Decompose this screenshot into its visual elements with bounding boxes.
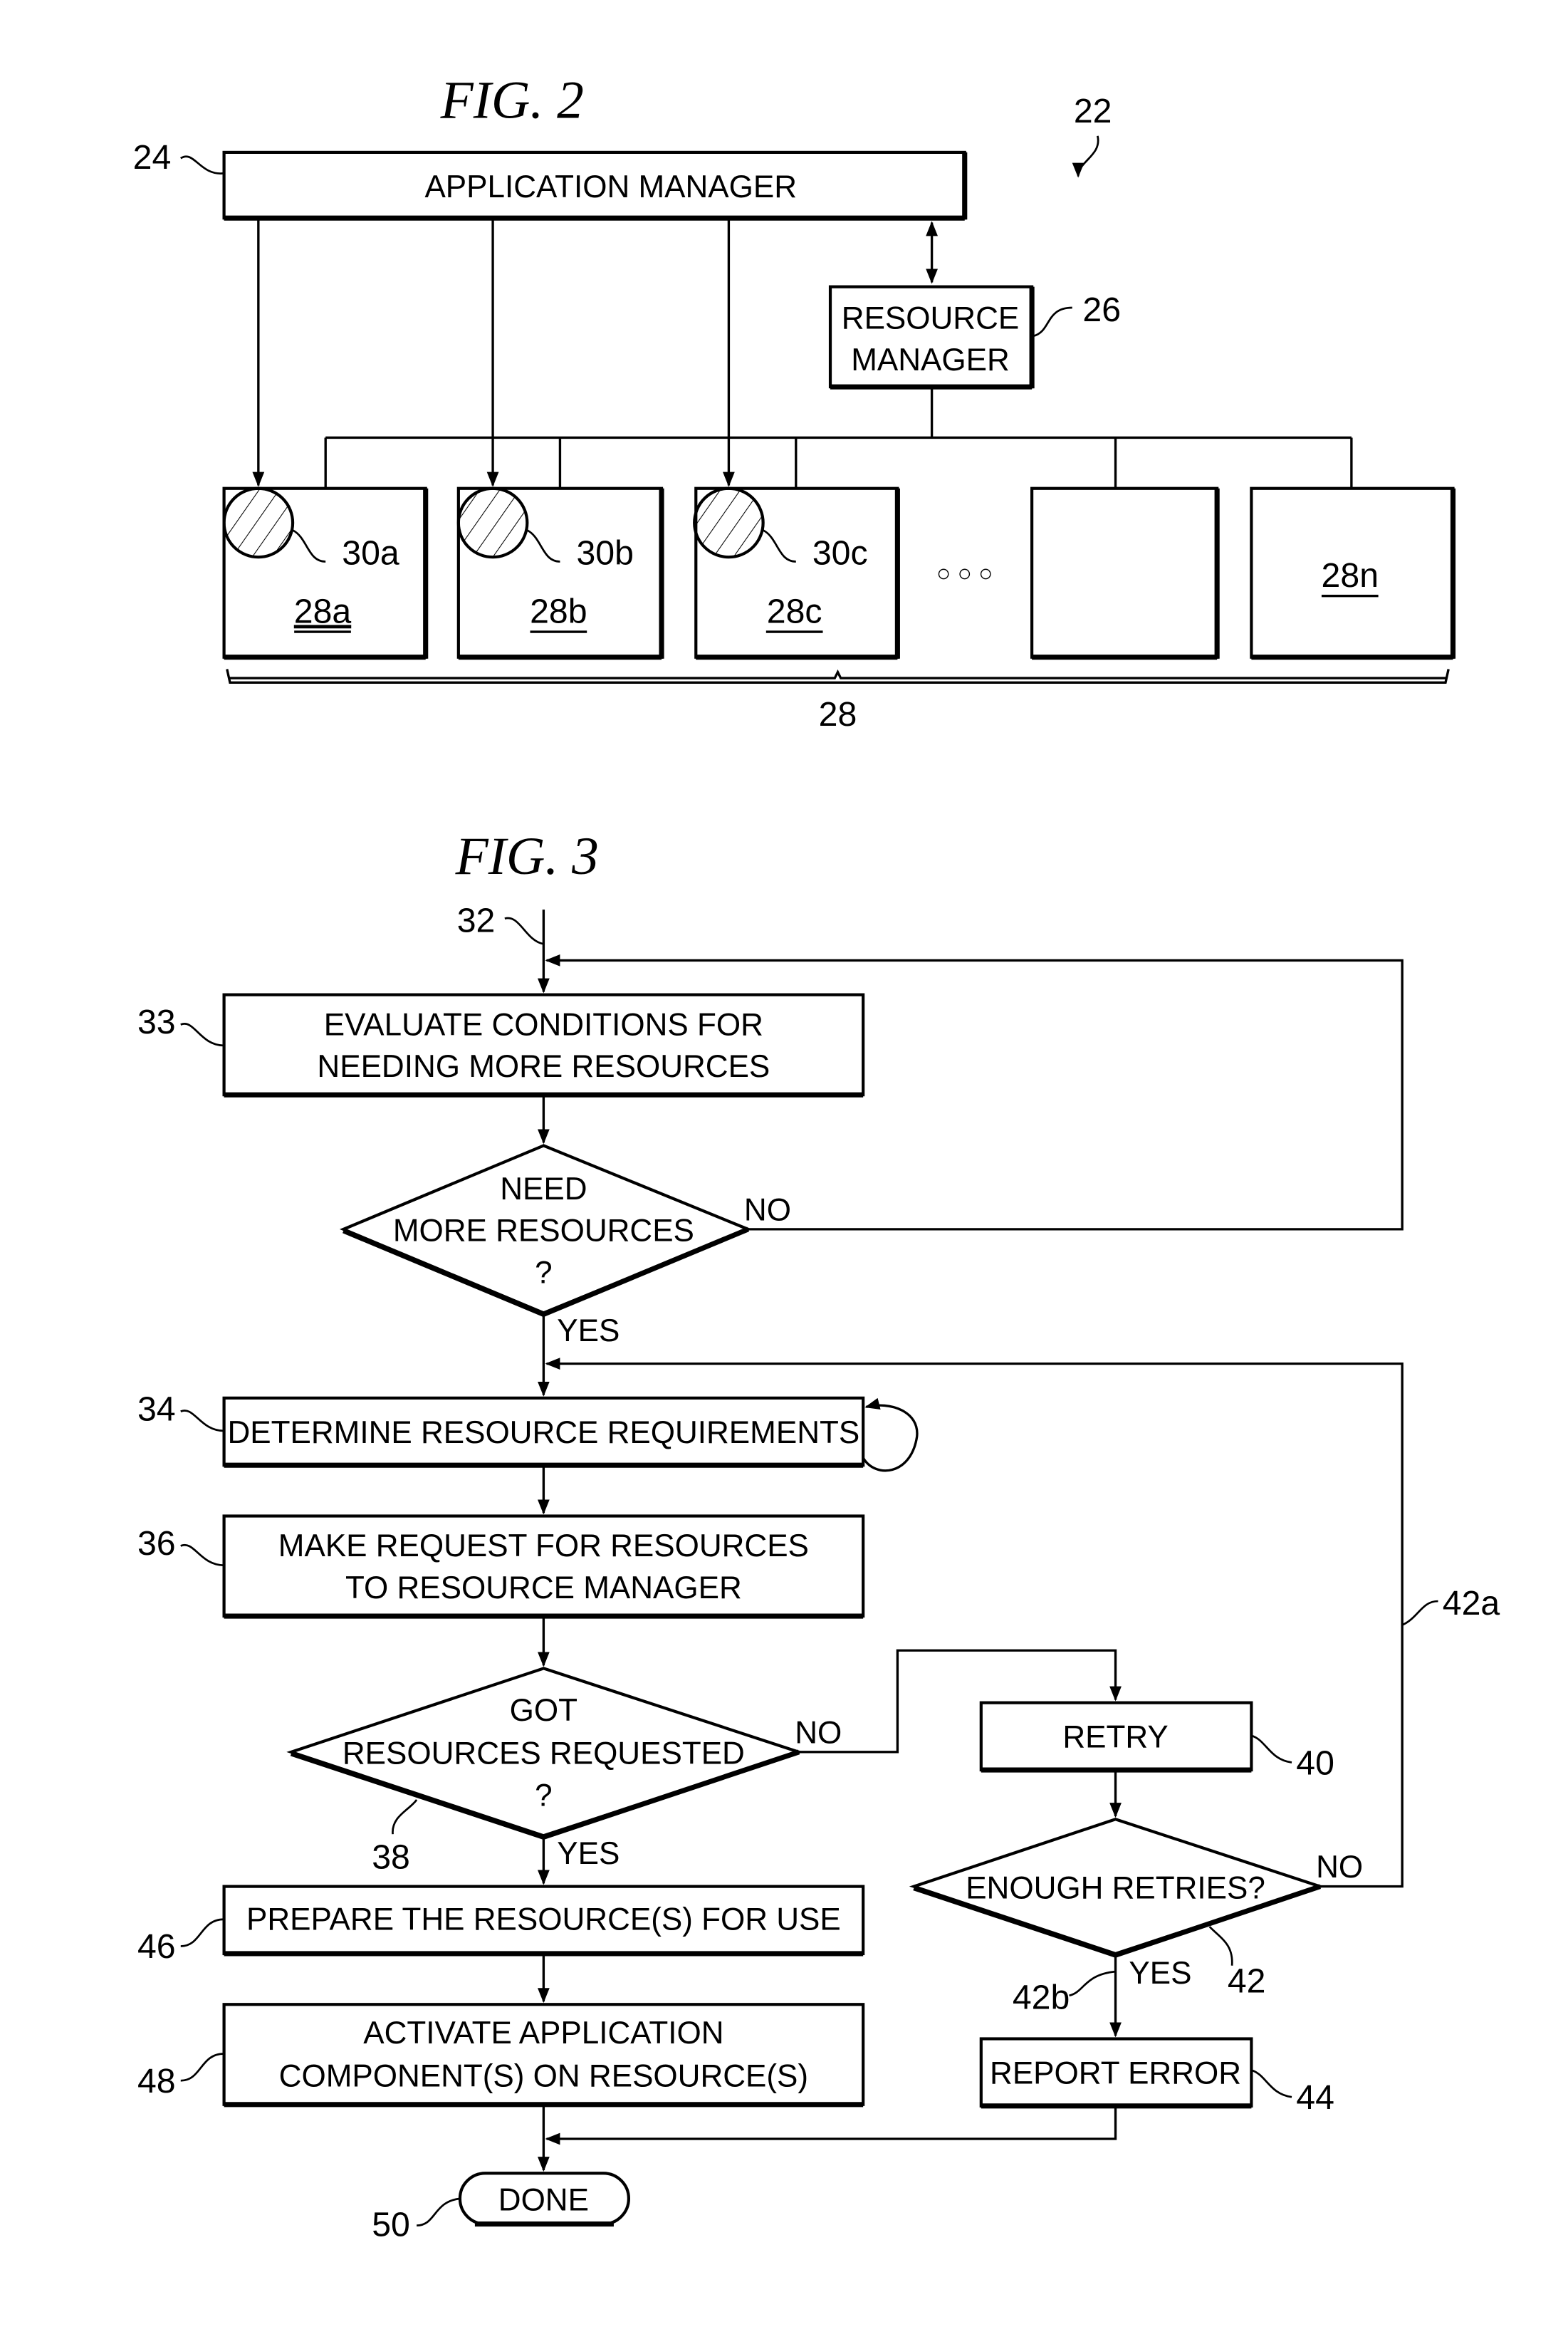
done-terminal: DONE	[458, 2172, 631, 2227]
evaluate-conditions-box: EVALUATE CONDITIONS FOR NEEDING MORE RES…	[222, 993, 865, 1098]
system-ref-arrow	[1072, 135, 1099, 178]
component-30c-icon	[693, 486, 765, 559]
evaluate-ref: 33	[137, 1003, 176, 1041]
got-resources-leader	[392, 1799, 418, 1835]
determine-ref: 34	[137, 1390, 176, 1428]
done-leader	[417, 2197, 461, 2226]
determine-self-loop	[862, 1397, 919, 1472]
enough-retries-no-path-ref: 42a	[1443, 1584, 1500, 1622]
application-manager-label: APPLICATION MANAGER	[424, 170, 797, 204]
component-30a-icon	[222, 486, 295, 559]
resources-group-ref: 28	[819, 695, 857, 734]
resource-bus	[324, 388, 1353, 489]
start-ref: 32	[457, 902, 496, 940]
system-ref-label: 22	[1074, 92, 1112, 130]
prepare-leader	[180, 1918, 224, 1947]
prepare-resources-box: PREPARE THE RESOURCE(S) FOR USE	[222, 1885, 865, 1957]
resource-manager-box: RESOURCE MANAGER	[828, 285, 1035, 390]
retry-box: RETRY	[979, 1701, 1253, 1773]
need-more-no-label: NO	[744, 1192, 791, 1227]
make-request-box: MAKE REQUEST FOR RESOURCES TO RESOURCE M…	[222, 1514, 865, 1619]
enough-retries-label: ENOUGH RETRIES?	[966, 1870, 1265, 1905]
enough-retries-yes-label: YES	[1129, 1956, 1191, 1991]
make-request-line1: MAKE REQUEST FOR RESOURCES	[278, 1528, 809, 1563]
got-resources-line1: GOT	[510, 1693, 577, 1728]
no-path-leader	[1401, 1600, 1438, 1626]
report-error-ref: 44	[1296, 2078, 1334, 2117]
enough-retries-decision: ENOUGH RETRIES?	[909, 1818, 1325, 1958]
resource-28b: 30b 28b	[456, 486, 664, 660]
application-manager-ref: 24	[133, 138, 172, 177]
report-error-label: REPORT ERROR	[990, 2056, 1241, 2090]
got-resources-yes-label: YES	[557, 1836, 620, 1871]
retry-label: RETRY	[1062, 1720, 1168, 1755]
determine-requirements-box: DETERMINE RESOURCE REQUIREMENTS	[222, 1396, 865, 1468]
enough-retries-leader	[1208, 1926, 1233, 1966]
got-resources-no-label: NO	[795, 1715, 842, 1750]
resource-unlabeled	[1030, 486, 1220, 660]
activate-components-box: ACTIVATE APPLICATION COMPONENT(S) ON RES…	[222, 2003, 865, 2108]
resource-28a-label: 28a	[294, 592, 352, 630]
prepare-label: PREPARE THE RESOURCE(S) FOR USE	[246, 1902, 841, 1937]
need-more-line2: MORE RESOURCES	[393, 1214, 694, 1249]
retry-leader	[1250, 1734, 1292, 1764]
need-more-yes-label: YES	[557, 1313, 620, 1348]
resource-manager-leader	[1033, 306, 1072, 338]
make-request-leader	[180, 1543, 224, 1567]
activate-ref: 48	[137, 2062, 176, 2100]
resource-28a: 30a 28a	[222, 486, 429, 660]
figure-2: FIG. 2 22 APPLICATION MANAGER 24 RESOURC…	[133, 71, 1456, 734]
resource-28c: 30c 28c	[693, 486, 900, 660]
activate-line1: ACTIVATE APPLICATION	[363, 2016, 723, 2051]
report-error-to-done-arrow	[545, 2107, 1117, 2145]
start-leader	[504, 917, 544, 945]
component-30b-icon	[456, 486, 529, 559]
component-30b-ref: 30b	[577, 534, 634, 573]
got-resources-decision: GOT RESOURCES REQUESTED ?	[286, 1667, 804, 1840]
need-more-resources-decision: NEED MORE RESOURCES ?	[339, 1144, 753, 1318]
evaluate-line1: EVALUATE CONDITIONS FOR	[324, 1007, 763, 1042]
enough-retries-no-label: NO	[1316, 1850, 1363, 1885]
application-manager-leader	[180, 155, 224, 174]
got-resources-line2: RESOURCES REQUESTED	[343, 1736, 745, 1771]
resource-28c-label: 28c	[767, 592, 822, 630]
fig3-title: FIG. 3	[455, 827, 599, 886]
activate-line2: COMPONENT(S) ON RESOURCE(S)	[279, 2059, 808, 2094]
enough-retries-ref: 42	[1228, 1962, 1266, 2000]
make-request-line2: TO RESOURCE MANAGER	[345, 1570, 742, 1605]
got-resources-ref: 38	[372, 1838, 410, 1876]
need-more-line1: NEED	[500, 1172, 587, 1207]
yes-path-leader	[1069, 1970, 1116, 1997]
figure-3: FIG. 3 32 EVALUATE CONDITIONS FOR NEEDIN…	[137, 827, 1500, 2244]
enough-retries-yes-path-ref: 42b	[1013, 1979, 1070, 2017]
prepare-ref: 46	[137, 1927, 176, 1966]
resource-28b-label: 28b	[530, 592, 587, 630]
resources-group-brace	[226, 669, 1450, 684]
done-label: DONE	[498, 2183, 589, 2218]
make-request-ref: 36	[137, 1524, 176, 1563]
need-more-line3: ?	[535, 1255, 552, 1290]
determine-leader	[180, 1410, 224, 1432]
done-ref: 50	[372, 2205, 410, 2244]
resources-ellipsis: ○ ○ ○	[936, 561, 993, 587]
component-30c-ref: 30c	[812, 534, 868, 573]
report-error-box: REPORT ERROR	[979, 2037, 1253, 2109]
report-error-leader	[1250, 2069, 1292, 2098]
resource-28n: 28n	[1250, 486, 1456, 660]
application-manager-box: APPLICATION MANAGER	[222, 150, 968, 221]
resource-manager-line1: RESOURCE	[842, 301, 1019, 335]
resource-manager-ref: 26	[1082, 291, 1121, 329]
retry-ref: 40	[1296, 1744, 1334, 1782]
resource-manager-line2: MANAGER	[851, 343, 1010, 377]
fig2-title: FIG. 2	[440, 71, 584, 130]
evaluate-leader	[180, 1023, 224, 1047]
determine-label: DETERMINE RESOURCE REQUIREMENTS	[228, 1415, 860, 1450]
activate-leader	[180, 2053, 224, 2082]
evaluate-line2: NEEDING MORE RESOURCES	[317, 1049, 770, 1084]
got-resources-line3: ?	[535, 1778, 552, 1813]
component-30a-ref: 30a	[342, 534, 399, 573]
resource-28n-label: 28n	[1322, 556, 1379, 595]
patent-drawing-sheet: FIG. 2 22 APPLICATION MANAGER 24 RESOURC…	[133, 71, 1500, 2244]
